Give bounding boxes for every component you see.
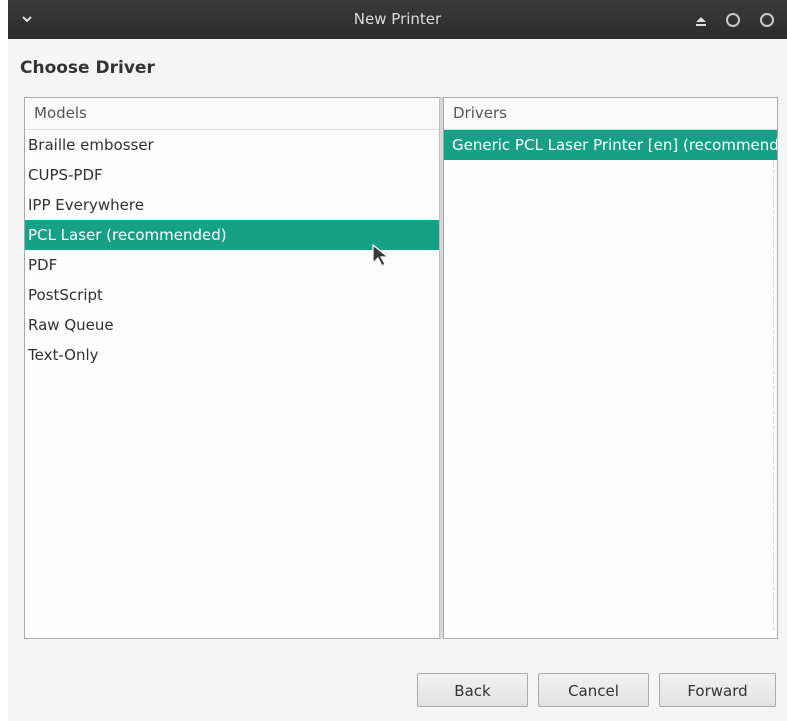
- models-list[interactable]: Models Braille embosser CUPS-PDF IPP Every…: [24, 97, 442, 639]
- back-button[interactable]: Back: [417, 673, 528, 707]
- close-circle-icon[interactable]: [760, 13, 774, 27]
- minimize-circle-icon[interactable]: [726, 13, 740, 27]
- models-column-header[interactable]: Models: [25, 98, 441, 130]
- driver-list-item[interactable]: Generic PCL Laser Printer [en] (recommen…: [444, 130, 777, 160]
- model-list-item[interactable]: CUPS-PDF: [25, 160, 441, 190]
- drivers-rows: Generic PCL Laser Printer [en] (recommen…: [444, 130, 777, 160]
- eject-icon[interactable]: [694, 13, 708, 27]
- drivers-list[interactable]: Drivers Generic PCL Laser Printer [en] (…: [443, 97, 778, 639]
- page-title: Choose Driver: [20, 58, 155, 78]
- forward-button[interactable]: Forward: [659, 673, 776, 707]
- titlebar[interactable]: New Printer: [8, 0, 787, 39]
- model-list-item[interactable]: Braille embosser: [25, 130, 441, 160]
- model-list-item[interactable]: Text-Only: [25, 340, 441, 370]
- window-title: New Printer: [353, 10, 442, 28]
- drivers-column-header[interactable]: Drivers: [444, 98, 777, 130]
- new-printer-window: New Printer Choose Driver Models Braille…: [8, 0, 787, 721]
- model-list-item[interactable]: Raw Queue: [25, 310, 441, 340]
- mouse-pointer-icon: [371, 243, 391, 269]
- model-list-item[interactable]: PostScript: [25, 280, 441, 310]
- scroll-indicator: [773, 160, 774, 630]
- cancel-button[interactable]: Cancel: [538, 673, 649, 707]
- model-list-item[interactable]: IPP Everywhere: [25, 190, 441, 220]
